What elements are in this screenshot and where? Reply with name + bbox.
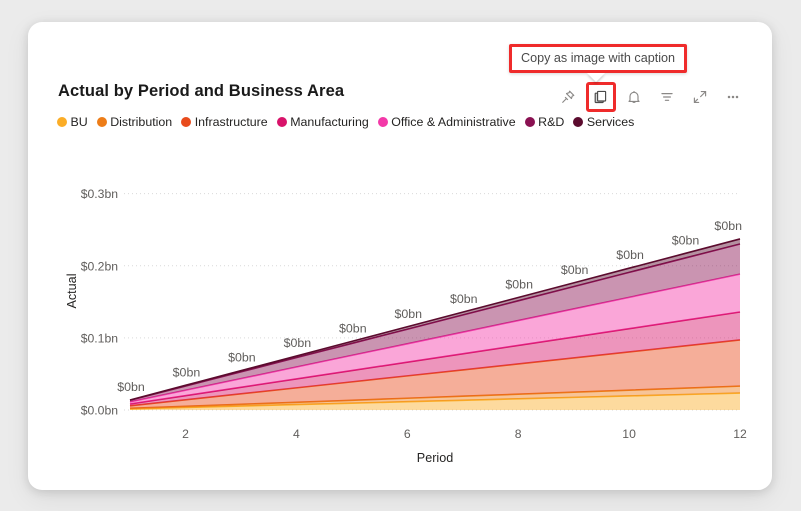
focus-mode-icon[interactable] xyxy=(687,84,713,110)
legend-item-label: Services xyxy=(586,115,635,129)
x-axis-tick-label: 2 xyxy=(182,427,189,441)
tooltip-copy-as-image-with-caption: Copy as image with caption xyxy=(509,44,688,73)
y-axis-tick-label: $0.3bn xyxy=(81,187,118,201)
page-title: Actual by Period and Business Area xyxy=(58,82,345,100)
y-axis-title: Actual xyxy=(65,273,79,308)
legend-color-swatch-icon xyxy=(276,117,287,127)
area-chart: $0bn $0bn $0bn $0bn $0bn $0bn $0bn $0bn $0bn $0bn… xyxy=(58,142,748,472)
y-axis-tick-label: $0.0bn xyxy=(81,404,118,418)
copy-icon[interactable] xyxy=(586,82,616,112)
legend-color-swatch-icon xyxy=(524,117,535,127)
data-label: $0bn xyxy=(450,292,478,306)
x-axis-tick-label: 12 xyxy=(733,427,747,441)
legend-item[interactable]: BU xyxy=(57,115,88,129)
legend-color-swatch-icon xyxy=(96,117,107,127)
legend-color-swatch-icon xyxy=(181,117,192,127)
legend-item[interactable]: Distribution xyxy=(96,115,173,129)
legend-color-swatch-icon xyxy=(377,117,388,127)
data-label: $0bn xyxy=(394,307,422,321)
data-label: $0bn xyxy=(714,219,742,233)
more-options-icon[interactable] xyxy=(720,84,746,110)
data-label: $0bn xyxy=(505,277,533,291)
data-label: $0bn xyxy=(228,351,256,365)
legend-item[interactable]: Infrastructure xyxy=(181,115,268,129)
data-label: $0bn xyxy=(117,380,145,394)
data-label: $0bn xyxy=(173,365,201,379)
legend-item-label: R&D xyxy=(538,115,565,129)
bell-icon[interactable] xyxy=(621,84,647,110)
legend-item[interactable]: Manufacturing xyxy=(276,115,369,129)
legend-color-swatch-icon xyxy=(57,117,67,127)
x-axis-tick-label: 6 xyxy=(404,427,411,441)
data-label: $0bn xyxy=(672,234,700,248)
chart-legend: BU Distribution Infrastructure Manufacturin… xyxy=(57,115,643,129)
legend-item-label: Infrastructure xyxy=(194,115,268,129)
legend-item[interactable]: Services xyxy=(573,115,634,129)
legend-item-label: Manufacturing xyxy=(290,115,369,129)
data-label: $0bn xyxy=(561,263,589,277)
legend-item-label: Distribution xyxy=(110,115,173,129)
legend-item-label: BU xyxy=(70,115,88,129)
x-axis-tick-label: 8 xyxy=(515,427,522,441)
filter-icon[interactable] xyxy=(654,84,680,110)
screenshot-root: Actual by Period and Business Area BU Dis… xyxy=(0,0,801,511)
data-label: $0bn xyxy=(616,248,644,262)
data-label: $0bn xyxy=(339,321,367,335)
chart-svg: $0bn $0bn $0bn $0bn $0bn $0bn $0bn $0bn $0bn $0bn… xyxy=(65,187,747,465)
visual-card: Actual by Period and Business Area BU Dis… xyxy=(28,22,772,490)
data-label: $0bn xyxy=(284,336,312,350)
pin-icon[interactable] xyxy=(555,84,581,110)
legend-item[interactable]: Office & Administrative xyxy=(377,115,516,129)
x-axis-tick-label: 10 xyxy=(622,427,636,441)
legend-item-label: Office & Administrative xyxy=(391,115,516,129)
y-axis-tick-label: $0.2bn xyxy=(81,259,118,273)
x-axis-title: Period xyxy=(417,451,453,465)
tooltip-arrow-icon xyxy=(587,73,605,82)
y-axis-tick-label: $0.1bn xyxy=(81,331,118,345)
tooltip-container: Copy as image with caption xyxy=(509,44,688,82)
legend-color-swatch-icon xyxy=(573,117,584,127)
visual-header-toolbar xyxy=(555,82,746,112)
legend-item[interactable]: R&D xyxy=(524,115,565,129)
x-axis-tick-label: 4 xyxy=(293,427,300,441)
